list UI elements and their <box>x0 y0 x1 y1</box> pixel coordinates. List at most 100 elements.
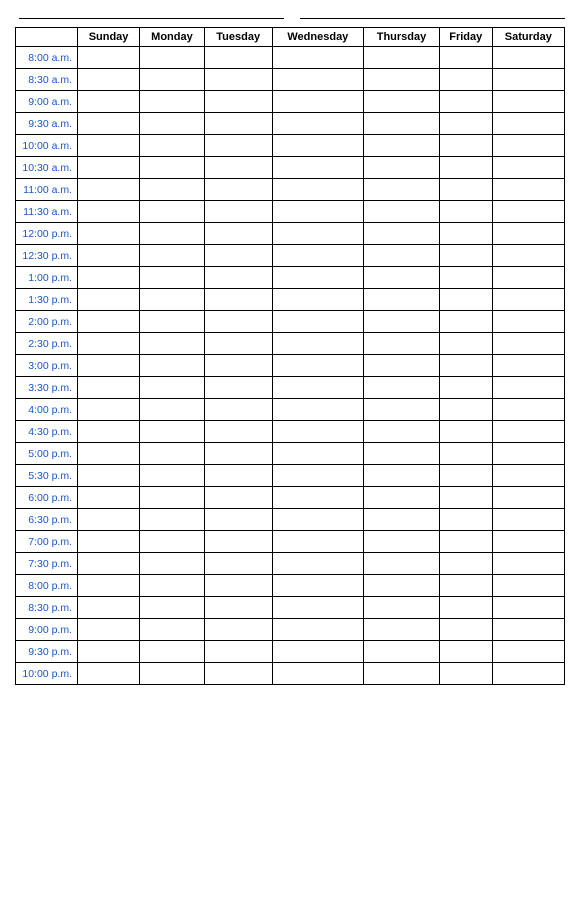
schedule-cell[interactable] <box>78 311 140 333</box>
schedule-cell[interactable] <box>140 311 205 333</box>
schedule-cell[interactable] <box>204 509 272 531</box>
schedule-cell[interactable] <box>492 487 564 509</box>
schedule-cell[interactable] <box>492 201 564 223</box>
schedule-cell[interactable] <box>272 663 364 685</box>
schedule-cell[interactable] <box>204 135 272 157</box>
schedule-cell[interactable] <box>272 421 364 443</box>
schedule-cell[interactable] <box>204 355 272 377</box>
schedule-cell[interactable] <box>204 179 272 201</box>
schedule-cell[interactable] <box>78 663 140 685</box>
schedule-cell[interactable] <box>78 113 140 135</box>
schedule-cell[interactable] <box>492 135 564 157</box>
schedule-cell[interactable] <box>492 91 564 113</box>
schedule-cell[interactable] <box>140 487 205 509</box>
schedule-cell[interactable] <box>272 443 364 465</box>
schedule-cell[interactable] <box>272 69 364 91</box>
schedule-cell[interactable] <box>272 619 364 641</box>
schedule-cell[interactable] <box>439 179 492 201</box>
schedule-cell[interactable] <box>78 91 140 113</box>
schedule-cell[interactable] <box>272 157 364 179</box>
schedule-cell[interactable] <box>492 179 564 201</box>
schedule-cell[interactable] <box>492 597 564 619</box>
schedule-cell[interactable] <box>272 487 364 509</box>
schedule-cell[interactable] <box>364 509 440 531</box>
schedule-cell[interactable] <box>439 443 492 465</box>
schedule-cell[interactable] <box>439 289 492 311</box>
schedule-cell[interactable] <box>204 113 272 135</box>
schedule-cell[interactable] <box>272 179 364 201</box>
schedule-cell[interactable] <box>272 641 364 663</box>
schedule-cell[interactable] <box>272 377 364 399</box>
schedule-cell[interactable] <box>140 663 205 685</box>
schedule-cell[interactable] <box>140 355 205 377</box>
schedule-cell[interactable] <box>272 223 364 245</box>
schedule-cell[interactable] <box>492 267 564 289</box>
schedule-cell[interactable] <box>78 619 140 641</box>
schedule-cell[interactable] <box>78 399 140 421</box>
schedule-cell[interactable] <box>140 333 205 355</box>
schedule-cell[interactable] <box>364 135 440 157</box>
schedule-cell[interactable] <box>78 531 140 553</box>
schedule-cell[interactable] <box>140 69 205 91</box>
schedule-cell[interactable] <box>204 69 272 91</box>
schedule-cell[interactable] <box>272 597 364 619</box>
schedule-cell[interactable] <box>140 465 205 487</box>
schedule-cell[interactable] <box>78 487 140 509</box>
schedule-cell[interactable] <box>364 69 440 91</box>
schedule-cell[interactable] <box>272 289 364 311</box>
schedule-cell[interactable] <box>492 619 564 641</box>
schedule-cell[interactable] <box>204 157 272 179</box>
schedule-cell[interactable] <box>364 311 440 333</box>
schedule-cell[interactable] <box>78 553 140 575</box>
schedule-cell[interactable] <box>78 465 140 487</box>
schedule-cell[interactable] <box>492 663 564 685</box>
schedule-cell[interactable] <box>78 201 140 223</box>
schedule-cell[interactable] <box>140 509 205 531</box>
schedule-cell[interactable] <box>364 179 440 201</box>
schedule-cell[interactable] <box>439 553 492 575</box>
schedule-cell[interactable] <box>364 47 440 69</box>
schedule-cell[interactable] <box>439 487 492 509</box>
schedule-cell[interactable] <box>204 575 272 597</box>
schedule-cell[interactable] <box>492 69 564 91</box>
schedule-cell[interactable] <box>204 377 272 399</box>
schedule-cell[interactable] <box>439 377 492 399</box>
schedule-cell[interactable] <box>140 289 205 311</box>
schedule-cell[interactable] <box>439 201 492 223</box>
schedule-cell[interactable] <box>272 399 364 421</box>
schedule-cell[interactable] <box>492 531 564 553</box>
schedule-cell[interactable] <box>204 311 272 333</box>
schedule-cell[interactable] <box>439 223 492 245</box>
schedule-cell[interactable] <box>364 465 440 487</box>
schedule-cell[interactable] <box>364 355 440 377</box>
schedule-cell[interactable] <box>272 311 364 333</box>
schedule-cell[interactable] <box>204 421 272 443</box>
schedule-cell[interactable] <box>78 443 140 465</box>
schedule-cell[interactable] <box>364 663 440 685</box>
schedule-cell[interactable] <box>204 641 272 663</box>
schedule-cell[interactable] <box>78 333 140 355</box>
schedule-cell[interactable] <box>492 355 564 377</box>
schedule-cell[interactable] <box>439 267 492 289</box>
schedule-cell[interactable] <box>204 663 272 685</box>
schedule-cell[interactable] <box>492 289 564 311</box>
schedule-cell[interactable] <box>140 377 205 399</box>
schedule-cell[interactable] <box>272 245 364 267</box>
schedule-cell[interactable] <box>78 69 140 91</box>
schedule-cell[interactable] <box>492 333 564 355</box>
schedule-cell[interactable] <box>272 201 364 223</box>
schedule-cell[interactable] <box>364 289 440 311</box>
schedule-cell[interactable] <box>364 487 440 509</box>
schedule-cell[interactable] <box>439 509 492 531</box>
schedule-cell[interactable] <box>439 245 492 267</box>
schedule-cell[interactable] <box>204 553 272 575</box>
schedule-cell[interactable] <box>272 531 364 553</box>
schedule-cell[interactable] <box>204 333 272 355</box>
schedule-cell[interactable] <box>78 157 140 179</box>
schedule-cell[interactable] <box>204 47 272 69</box>
schedule-cell[interactable] <box>204 619 272 641</box>
schedule-cell[interactable] <box>439 135 492 157</box>
schedule-cell[interactable] <box>492 245 564 267</box>
schedule-cell[interactable] <box>492 311 564 333</box>
schedule-cell[interactable] <box>140 223 205 245</box>
